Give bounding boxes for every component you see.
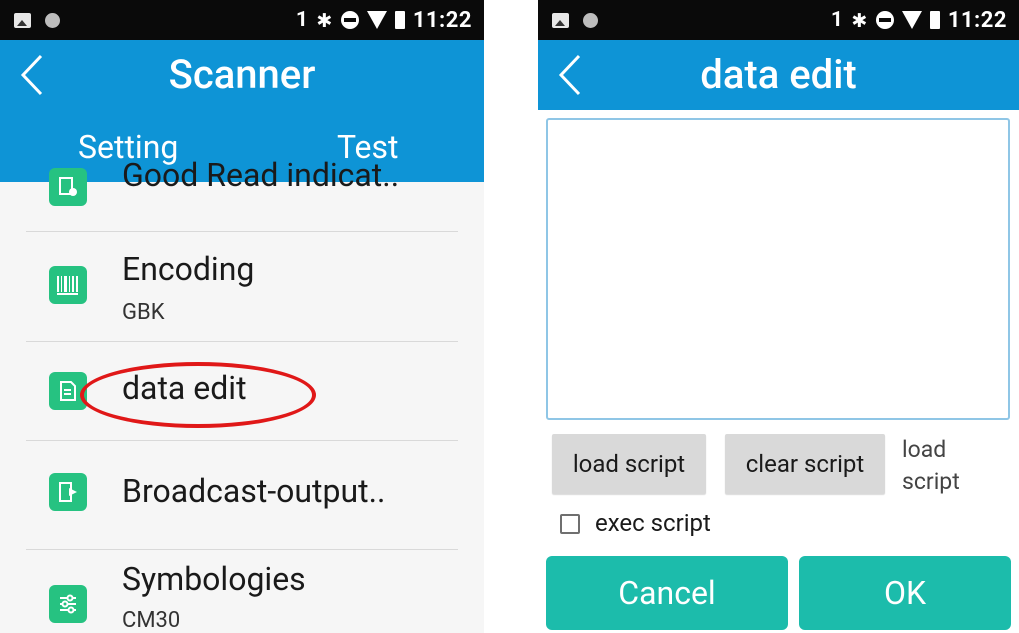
scanner-screen: 1 ✱ 11:22 Scanner Setting Test Good Read… <box>0 0 484 633</box>
app-bar: Scanner <box>0 40 484 110</box>
list-item-broadcast-output[interactable]: Broadcast-output.. <box>26 441 458 549</box>
do-not-disturb-icon <box>875 11 894 29</box>
list-item-subtitle: CM30 <box>122 608 181 633</box>
page-title: data edit <box>700 51 857 98</box>
clock: 11:22 <box>412 7 472 33</box>
wifi-icon <box>366 11 387 29</box>
broadcast-output-icon <box>49 473 87 511</box>
clear-script-button[interactable]: clear script <box>725 434 885 494</box>
list-item-title: Encoding <box>122 250 255 288</box>
chevron-left-icon <box>558 54 581 96</box>
chevron-left-icon <box>20 54 43 96</box>
list-item-good-read[interactable]: Good Read indicat.. <box>26 156 458 210</box>
do-not-disturb-icon <box>340 11 359 29</box>
page-title: Scanner <box>168 51 316 98</box>
list-item-title: Broadcast-output.. <box>122 472 386 510</box>
sim-indicator: 1 <box>830 8 844 32</box>
cancel-button[interactable]: Cancel <box>546 556 788 630</box>
battery-icon <box>394 11 405 29</box>
good-read-icon <box>49 168 87 206</box>
barcode-icon <box>49 266 87 304</box>
sliders-icon <box>49 585 87 623</box>
load-script-button[interactable]: load script <box>552 434 706 494</box>
bluetooth-icon: ✱ <box>851 8 868 32</box>
script-editor[interactable] <box>546 118 1010 420</box>
highlight-annotation <box>80 362 316 428</box>
ok-button[interactable]: OK <box>799 556 1011 630</box>
list-item-title: Good Read indicat.. <box>122 156 400 194</box>
back-button[interactable] <box>552 54 588 96</box>
clock: 11:22 <box>947 7 1007 33</box>
sim-indicator: 1 <box>295 8 309 32</box>
bluetooth-icon: ✱ <box>316 8 333 32</box>
image-icon <box>552 12 569 28</box>
exec-script-checkbox[interactable] <box>560 514 580 534</box>
list-item-subtitle: GBK <box>122 300 165 325</box>
load-script-status: load script <box>902 436 960 495</box>
circle-dot-icon <box>45 12 60 28</box>
back-button[interactable] <box>14 54 50 96</box>
status-bar: 1 ✱ 11:22 <box>538 0 1019 40</box>
battery-icon <box>929 11 940 29</box>
list-item-symbologies[interactable]: Symbologies CM30 <box>26 550 458 633</box>
data-edit-screen: 1 ✱ 11:22 data edit load script clear sc… <box>538 0 1019 633</box>
circle-dot-icon <box>583 12 598 28</box>
exec-script-label[interactable]: exec script <box>595 509 711 537</box>
list-item-title: Symbologies <box>122 560 306 598</box>
wifi-icon <box>901 11 922 29</box>
list-item-encoding[interactable]: Encoding GBK <box>26 232 458 340</box>
status-bar: 1 ✱ 11:22 <box>0 0 484 40</box>
image-icon <box>14 12 31 28</box>
app-bar: data edit <box>538 40 1019 110</box>
